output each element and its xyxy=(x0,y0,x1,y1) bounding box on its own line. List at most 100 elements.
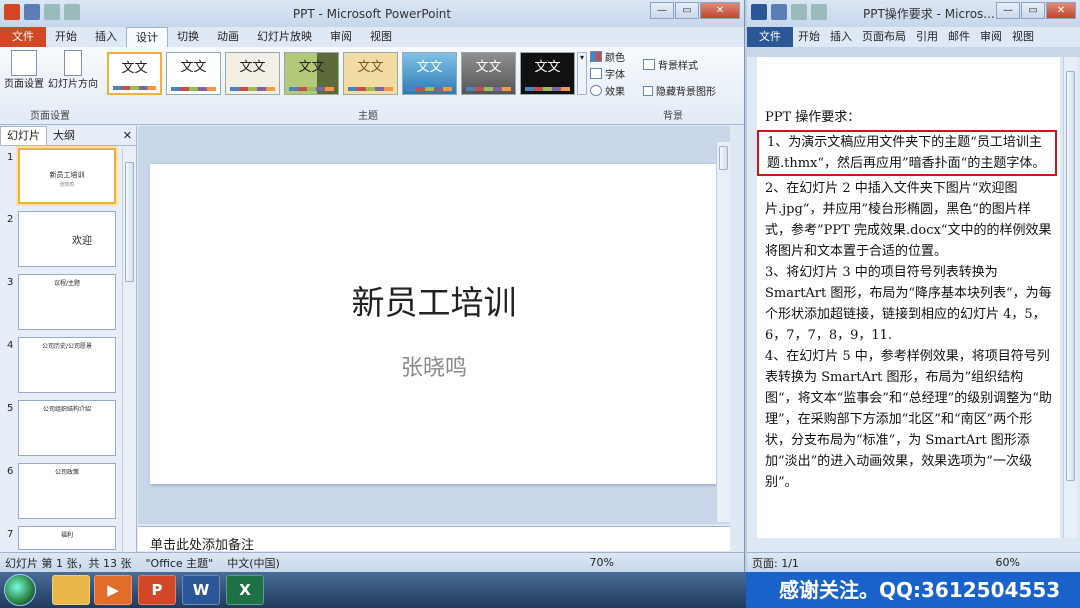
background-styles-button[interactable]: 背景样式 xyxy=(643,57,698,72)
requirement-2: 2、在幻灯片 2 中插入文件夹下图片“欢迎图片.jpg“，并应用”棱台形椭圆，黑… xyxy=(765,181,1052,259)
slide-thumbnail-4[interactable]: 公司历史/公司愿景 xyxy=(18,337,116,393)
theme-thumb-7[interactable]: 文文 xyxy=(461,52,516,95)
start-button[interactable] xyxy=(4,574,36,606)
theme-thumb-2[interactable]: 文文 xyxy=(166,52,221,95)
notes-pane[interactable]: 单击此处添加备注 xyxy=(138,526,730,553)
theme-thumb-4[interactable]: 文文 xyxy=(284,52,339,95)
slide-thumbnail-7[interactable]: 福利 xyxy=(18,526,116,550)
tab-view[interactable]: 视图 xyxy=(361,27,401,47)
save-icon[interactable] xyxy=(24,4,40,20)
tab-insert[interactable]: 插入 xyxy=(86,27,126,47)
page-setup-label: 页面设置 xyxy=(4,79,44,90)
minimize-button[interactable]: — xyxy=(650,2,674,19)
tab-transitions[interactable]: 切换 xyxy=(168,27,208,47)
theme-thumb-1[interactable]: 文文 xyxy=(107,52,162,95)
ppt-app-icon[interactable] xyxy=(4,4,20,20)
checkbox-icon xyxy=(643,85,653,96)
word-zoom-level[interactable]: 60% xyxy=(996,556,1080,569)
page-setup-button[interactable]: 页面设置 xyxy=(4,50,44,91)
scrollbar-thumb[interactable] xyxy=(719,146,728,170)
tab-mailings[interactable]: 邮件 xyxy=(943,27,975,47)
save-icon[interactable] xyxy=(771,4,787,20)
slide-thumbnail-3[interactable]: 议程/主题 xyxy=(18,274,116,330)
tab-insert[interactable]: 插入 xyxy=(825,27,857,47)
thumb-title: 公司历史/公司愿景 xyxy=(41,343,93,350)
colors-icon xyxy=(590,51,602,62)
thumb-number: 7 xyxy=(7,529,14,540)
excel-taskbar-icon[interactable]: X xyxy=(226,575,264,605)
requirement-3: 3、将幻灯片 3 中的项目符号列表转换为 SmartArt 图形，布局为“降序基… xyxy=(765,265,1052,343)
slide-thumbnail-6[interactable]: 公司政策 xyxy=(18,463,116,519)
slides-pane-scrollbar[interactable] xyxy=(122,148,136,552)
slide-thumbnail-5[interactable]: 公司组织结构介绍 xyxy=(18,400,116,456)
effects-icon xyxy=(590,85,602,96)
word-scrollbar[interactable] xyxy=(1063,57,1077,538)
ppt-titlebar: PPT - Microsoft PowerPoint — ▭ ✕ xyxy=(0,0,744,27)
thumb-title: 议程/主题 xyxy=(53,280,81,287)
zoom-level[interactable]: 70% xyxy=(590,556,744,569)
theme-status: "Office 主题" xyxy=(145,556,214,570)
theme-thumb-3[interactable]: 文文 xyxy=(225,52,280,95)
promo-banner: 感谢关注。QQ:3612504553 xyxy=(746,572,1080,608)
background-styles-icon xyxy=(643,59,655,70)
close-button[interactable]: ✕ xyxy=(700,2,740,19)
theme-effects-button[interactable]: 效果 xyxy=(590,83,625,98)
powerpoint-taskbar-icon[interactable]: P xyxy=(138,575,176,605)
slide-orientation-label: 幻灯片方向 xyxy=(48,79,98,90)
tab-outline[interactable]: 大纲 xyxy=(47,127,81,145)
tab-slides[interactable]: 幻灯片 xyxy=(0,126,47,145)
theme-thumb-5[interactable]: 文文 xyxy=(343,52,398,95)
redo-icon[interactable] xyxy=(64,4,80,20)
scrollbar-thumb[interactable] xyxy=(125,162,134,282)
word-titlebar: PPT操作要求 - Micros... — ▭ ✕ xyxy=(747,0,1080,27)
tab-animations[interactable]: 动画 xyxy=(208,27,248,47)
tab-home[interactable]: 开始 xyxy=(46,27,86,47)
maximize-button[interactable]: ▭ xyxy=(675,2,699,19)
requirement-4: 4、在幻灯片 5 中，参考样例效果，将项目符号列表转换为 SmartArt 图形… xyxy=(765,349,1052,490)
group-background-label: 背景 xyxy=(663,111,683,122)
tab-slideshow[interactable]: 幻灯片放映 xyxy=(248,27,321,47)
slide-orientation-button[interactable]: 幻灯片方向 xyxy=(46,50,100,91)
slide-scrollbar[interactable] xyxy=(716,142,730,522)
word-document-page[interactable]: PPT 操作要求： 1、为演示文稿应用文件夹下的主题“员工培训主题.thmx“，… xyxy=(757,57,1060,538)
doc-heading: PPT 操作要求： xyxy=(765,110,861,125)
theme-fonts-button[interactable]: 字体 xyxy=(590,66,625,81)
ppt-ribbon: 页面设置 幻灯片方向 页面设置 文文 文文 文文 文文 文文 文文 文文 文文 … xyxy=(0,47,744,125)
tab-file[interactable]: 文件 xyxy=(0,27,46,47)
explorer-taskbar-icon[interactable] xyxy=(52,575,90,605)
thumb-number: 6 xyxy=(7,466,14,477)
theme-gallery-more-button[interactable]: ▾ xyxy=(577,52,587,95)
scrollbar-thumb[interactable] xyxy=(1066,71,1075,481)
undo-icon[interactable] xyxy=(44,4,60,20)
tab-file[interactable]: 文件 xyxy=(747,27,793,47)
word-app-icon[interactable] xyxy=(751,4,767,20)
undo-icon[interactable] xyxy=(791,4,807,20)
tab-references[interactable]: 引用 xyxy=(911,27,943,47)
slide-thumbnail-1[interactable]: 新员工培训 张晓鸣 xyxy=(18,148,116,204)
minimize-button[interactable]: — xyxy=(996,2,1020,19)
slide-title[interactable]: 新员工培训 xyxy=(150,276,718,324)
tab-design[interactable]: 设计 xyxy=(126,27,168,47)
slide-thumbnail-2[interactable]: 欢迎 xyxy=(18,211,116,267)
media-player-taskbar-icon[interactable]: ▶ xyxy=(94,575,132,605)
current-slide[interactable]: 新员工培训 张晓鸣 xyxy=(150,164,718,484)
hide-background-checkbox[interactable]: 隐藏背景图形 xyxy=(643,83,716,98)
maximize-button[interactable]: ▭ xyxy=(1021,2,1045,19)
thumb-subtitle: 张晓鸣 xyxy=(59,182,75,188)
theme-colors-button[interactable]: 颜色 xyxy=(590,49,625,64)
page-setup-icon xyxy=(11,50,37,76)
word-status-bar: 页面: 1/1 60% xyxy=(747,552,1080,572)
close-pane-icon[interactable]: ✕ xyxy=(117,127,136,145)
tab-view[interactable]: 视图 xyxy=(1007,27,1039,47)
word-taskbar-icon[interactable]: W xyxy=(182,575,220,605)
redo-icon[interactable] xyxy=(811,4,827,20)
tab-home[interactable]: 开始 xyxy=(793,27,825,47)
tab-review[interactable]: 审阅 xyxy=(975,27,1007,47)
slide-subtitle[interactable]: 张晓鸣 xyxy=(150,350,718,382)
theme-thumb-6[interactable]: 文文 xyxy=(402,52,457,95)
close-button[interactable]: ✕ xyxy=(1046,2,1076,19)
tab-review[interactable]: 审阅 xyxy=(321,27,361,47)
thumb-number: 5 xyxy=(7,403,14,414)
theme-thumb-8[interactable]: 文文 xyxy=(520,52,575,95)
tab-page-layout[interactable]: 页面布局 xyxy=(857,27,911,47)
